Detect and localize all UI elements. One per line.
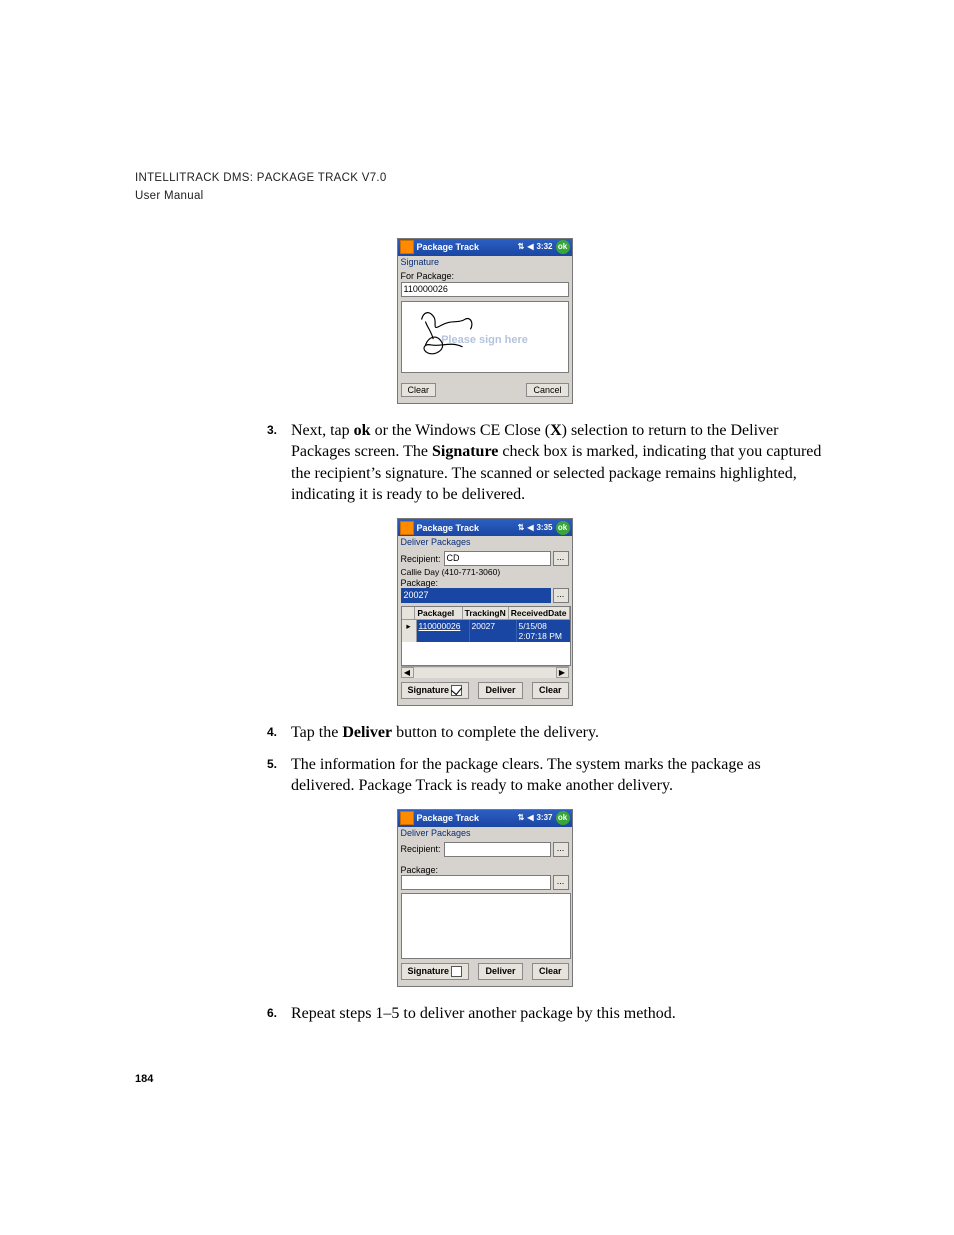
signature-button[interactable]: Signature [401,682,470,699]
recipient-browse-button[interactable]: ... [553,842,569,857]
screen-subtitle: Deliver Packages [398,536,572,548]
sound-icon: ◀ [527,814,533,822]
row-marker-icon: ▸ [402,620,417,642]
titlebar: Package Track ⇅ ◀ 3:32 ok [398,239,572,256]
signature-button[interactable]: Signature [401,963,470,980]
package-label: Package: [401,865,569,875]
signature-pad[interactable]: Please sign here [401,301,569,373]
th-trackingno: TrackingN [463,607,509,619]
scroll-right-icon[interactable]: ▶ [556,667,569,678]
clear-button[interactable]: Clear [532,963,569,980]
cell-receiveddate: 5/15/08 2:07:18 PM [517,620,570,642]
step-3: Next, tap ok or the Windows CE Close (X)… [291,420,827,506]
package-field[interactable] [401,875,551,890]
package-field[interactable]: 20027 [401,588,551,603]
ok-button[interactable]: ok [556,521,570,535]
package-table: PackageI TrackingN ReceivedDate ▸ 110000… [401,606,571,666]
app-title: Package Track [417,523,518,533]
deliver-button[interactable]: Deliver [478,963,522,980]
package-table-empty [401,893,571,959]
th-marker [402,607,416,619]
sound-icon: ◀ [527,243,533,251]
page-number: 184 [135,1073,834,1085]
cell-trackingno: 20027 [470,620,517,642]
cell-packageid: 110000026 [417,620,470,642]
ok-button[interactable]: ok [556,240,570,254]
clear-button[interactable]: Clear [401,383,437,397]
for-package-field[interactable]: 110000026 [401,282,569,297]
titlebar: Package Track ⇅ ◀ 3:35 ok [398,519,572,536]
recipient-label: Recipient: [401,554,441,564]
step-6: Repeat steps 1–5 to deliver another pack… [291,1003,827,1025]
recipient-field[interactable] [444,842,551,857]
cancel-button[interactable]: Cancel [526,383,568,397]
app-logo-icon [400,521,414,535]
app-title: Package Track [417,242,518,252]
screen-subtitle: Deliver Packages [398,827,572,839]
screenshot-signature: Package Track ⇅ ◀ 3:32 ok Signature For … [397,238,573,404]
signature-ink-icon [402,302,568,370]
step-4: Tap the Deliver button to complete the d… [291,722,827,744]
recipient-info: Callie Day (410-771-3060) [401,567,569,577]
package-browse-button[interactable]: ... [553,588,569,603]
screenshot-deliver-cleared: Package Track ⇅ ◀ 3:37 ok Deliver Packag… [397,809,573,987]
table-row[interactable]: ▸ 110000026 20027 5/15/08 2:07:18 PM [402,620,570,642]
recipient-field[interactable]: CD [444,551,551,566]
recipient-browse-button[interactable]: ... [553,551,569,566]
sound-icon: ◀ [527,524,533,532]
signature-checkbox-icon [451,685,462,696]
deliver-button[interactable]: Deliver [478,682,522,699]
clear-button[interactable]: Clear [532,682,569,699]
recipient-label: Recipient: [401,844,441,854]
for-package-label: For Package: [401,271,569,281]
app-title: Package Track [417,813,518,823]
header-line1: INTELLITRACK DMS: PACKAGE TRACK V7.0 [135,172,387,184]
step-5: The information for the package clears. … [291,754,827,797]
app-logo-icon [400,240,414,254]
th-packageid: PackageI [415,607,462,619]
network-icon: ⇅ [518,243,525,251]
scroll-left-icon[interactable]: ◀ [401,667,414,678]
signature-checkbox-icon [451,966,462,977]
screen-subtitle: Signature [398,256,572,268]
th-receiveddate: ReceivedDate [509,607,570,619]
header-line2: User Manual [135,190,204,202]
clock: 3:32 [536,243,552,251]
network-icon: ⇅ [518,814,525,822]
clock: 3:35 [536,524,552,532]
app-logo-icon [400,811,414,825]
package-label: Package: [401,578,569,588]
table-scrollbar[interactable]: ◀ ▶ [401,666,569,678]
network-icon: ⇅ [518,524,525,532]
screenshot-deliver-filled: Package Track ⇅ ◀ 3:35 ok Deliver Packag… [397,518,573,706]
titlebar: Package Track ⇅ ◀ 3:37 ok [398,810,572,827]
running-header: INTELLITRACK DMS: PACKAGE TRACK V7.0 Use… [135,170,834,206]
clock: 3:37 [536,814,552,822]
ok-button[interactable]: ok [556,811,570,825]
package-browse-button[interactable]: ... [553,875,569,890]
scroll-track[interactable] [414,667,556,678]
